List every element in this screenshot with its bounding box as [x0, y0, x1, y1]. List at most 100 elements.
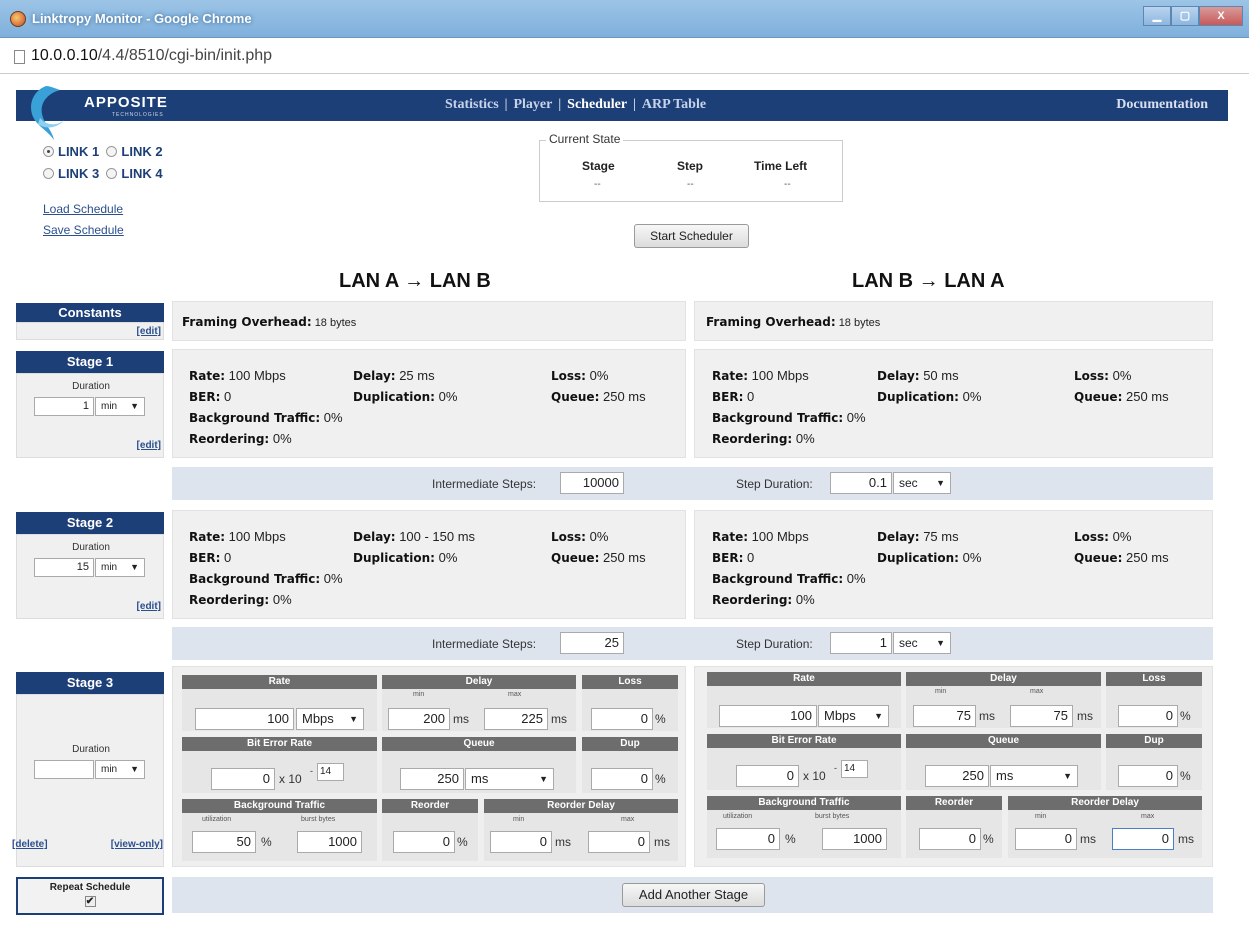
- stage1-step-duration-input[interactable]: 0.1: [830, 472, 892, 494]
- stage3-right-queue[interactable]: 250: [925, 765, 989, 787]
- stage3-left-reorder[interactable]: 0: [393, 831, 455, 853]
- save-schedule-link[interactable]: Save Schedule: [43, 220, 124, 241]
- stage3-right-ber-exp[interactable]: 14: [841, 760, 868, 778]
- start-scheduler-button[interactable]: Start Scheduler: [634, 224, 749, 248]
- link1-label[interactable]: LINK 1: [58, 144, 99, 159]
- nav-arp-table[interactable]: ARP Table: [642, 97, 706, 112]
- stage1-step-duration-unit[interactable]: sec: [893, 472, 951, 494]
- stage1-intermediate-steps-input[interactable]: 10000: [560, 472, 624, 494]
- stage3-duration-input[interactable]: [34, 760, 94, 779]
- stage3-left-ber-exp[interactable]: 14: [317, 763, 344, 781]
- stage3-right-delay-min[interactable]: 75: [913, 705, 976, 727]
- stage1-left-reorder: 0%: [272, 431, 292, 446]
- delay-label: Delay:: [877, 369, 920, 383]
- stage2-step-duration-unit[interactable]: sec: [893, 632, 951, 654]
- stage3-right-rate-unit[interactable]: Mbps: [818, 705, 889, 727]
- stage2-edit-link[interactable]: [edit]: [137, 601, 161, 612]
- stage3-left-delay-max[interactable]: 225: [484, 708, 548, 730]
- dup-head: Dup: [582, 737, 678, 751]
- load-schedule-link[interactable]: Load Schedule: [43, 199, 124, 220]
- nav-links: Statistics | Player | Scheduler | ARP Table: [445, 97, 706, 113]
- link3-radio[interactable]: [43, 168, 54, 179]
- stage2-right-ber: 0: [747, 550, 755, 565]
- link2-radio[interactable]: [106, 146, 118, 157]
- nav-sep: |: [633, 97, 636, 112]
- link3-label[interactable]: LINK 3: [58, 166, 99, 181]
- constants-header: Constants: [16, 303, 164, 322]
- ber-head: Bit Error Rate: [707, 734, 901, 748]
- address-bar[interactable]: 10.0.0.10/4.4/8510/cgi-bin/init.php: [0, 38, 1249, 74]
- stage3-right-rate-input[interactable]: 100: [719, 705, 817, 727]
- stage3-left-queue[interactable]: 250: [400, 768, 464, 790]
- stage2-left-panel: Rate: 100 Mbps Delay: 100 - 150 ms Loss:…: [172, 510, 686, 619]
- stage3-left-queue-unit[interactable]: ms: [465, 768, 554, 790]
- stage3-right-ber[interactable]: 0: [736, 765, 799, 787]
- stage3-left-burst[interactable]: 1000: [297, 831, 362, 853]
- stage1-edit-link[interactable]: [edit]: [137, 440, 161, 451]
- stage1-box: Duration 1 min [edit]: [16, 373, 164, 458]
- nav-documentation[interactable]: Documentation: [1116, 97, 1208, 113]
- stage2-left-dup: 0%: [438, 550, 458, 565]
- stage3-view-only-link[interactable]: [view-only]: [111, 839, 163, 850]
- constants-edit-link[interactable]: [edit]: [137, 326, 161, 337]
- pct-unit: %: [261, 835, 272, 849]
- stage3-right-burst[interactable]: 1000: [822, 828, 887, 850]
- stage3-left-dup[interactable]: 0: [591, 768, 653, 790]
- delay-label: Delay:: [877, 530, 920, 544]
- stage1-duration-input[interactable]: 1: [34, 397, 94, 416]
- stage2-intermediate-steps-input[interactable]: 25: [560, 632, 624, 654]
- link4-label[interactable]: LINK 4: [121, 166, 162, 181]
- stage3-duration-unit[interactable]: min: [95, 760, 145, 779]
- stage3-left-loss[interactable]: 0: [591, 708, 653, 730]
- add-another-stage-button[interactable]: Add Another Stage: [622, 883, 765, 907]
- stage3-left-util[interactable]: 50: [192, 831, 256, 853]
- stage2-left-ber: 0: [224, 550, 232, 565]
- close-button[interactable]: X: [1199, 6, 1243, 26]
- stage3-right-util[interactable]: 0: [716, 828, 780, 850]
- stage3-left-rd-max[interactable]: 0: [588, 831, 650, 853]
- repeat-schedule-checkbox[interactable]: ✔: [84, 896, 96, 907]
- stage3-left-rate-unit[interactable]: Mbps: [296, 708, 364, 730]
- reorder-delay-head: Reorder Delay: [484, 799, 678, 813]
- direction-a-to-b: LAN A → LAN B: [339, 270, 491, 292]
- link4-radio[interactable]: [106, 168, 118, 179]
- repeat-schedule-box: Repeat Schedule ✔: [16, 877, 164, 915]
- stage1-left-queue: 250 ms: [603, 389, 646, 404]
- link1-radio[interactable]: [43, 146, 54, 157]
- stage1-right-delay: 50 ms: [923, 368, 959, 383]
- stage3-left-delay-min[interactable]: 200: [388, 708, 450, 730]
- stage3-right-delay-max[interactable]: 75: [1010, 705, 1073, 727]
- reorder-delay-head: Reorder Delay: [1008, 796, 1202, 810]
- stage2-right-queue: 250 ms: [1126, 550, 1169, 565]
- stage2-step-duration-input[interactable]: 1: [830, 632, 892, 654]
- stage2-duration-unit[interactable]: min: [95, 558, 145, 577]
- maximize-button[interactable]: ▢: [1171, 6, 1199, 26]
- stage2-duration-input[interactable]: 15: [34, 558, 94, 577]
- stage3-left-rd-min[interactable]: 0: [490, 831, 552, 853]
- stage3-right-rd-min[interactable]: 0: [1015, 828, 1077, 850]
- delay-label: Delay:: [353, 530, 396, 544]
- stage3-right-queue-unit[interactable]: ms: [990, 765, 1078, 787]
- util-label: utilization: [202, 816, 232, 823]
- stage1-duration-unit[interactable]: min: [95, 397, 145, 416]
- stage3-left-rate-input[interactable]: 100: [195, 708, 294, 730]
- link2-label[interactable]: LINK 2: [121, 144, 162, 159]
- nav-sep: |: [558, 97, 562, 112]
- delay-max-label: max: [508, 691, 522, 698]
- stage3-right-loss[interactable]: 0: [1118, 705, 1178, 727]
- stage2-left-loss: 0%: [589, 529, 609, 544]
- url-path: /4.4/8510/cgi-bin/init.php: [97, 47, 273, 64]
- url-text[interactable]: 10.0.0.10/4.4/8510/cgi-bin/init.php: [31, 47, 272, 65]
- stage3-right-reorder[interactable]: 0: [919, 828, 981, 850]
- nav-scheduler[interactable]: Scheduler: [567, 97, 627, 112]
- stage3-left-ber[interactable]: 0: [211, 768, 275, 790]
- exp-minus: -: [834, 763, 837, 773]
- minimize-button[interactable]: ▁: [1143, 6, 1171, 26]
- stage3-right-rd-max[interactable]: 0: [1112, 828, 1174, 850]
- nav-statistics[interactable]: Statistics: [445, 97, 499, 112]
- stage3-right-dup[interactable]: 0: [1118, 765, 1178, 787]
- window-titlebar: Linktropy Monitor - Google Chrome ▁ ▢ X: [0, 0, 1249, 38]
- stage3-delete-link[interactable]: [delete]: [12, 839, 48, 850]
- ms-unit: ms: [654, 835, 670, 849]
- nav-player[interactable]: Player: [513, 97, 552, 112]
